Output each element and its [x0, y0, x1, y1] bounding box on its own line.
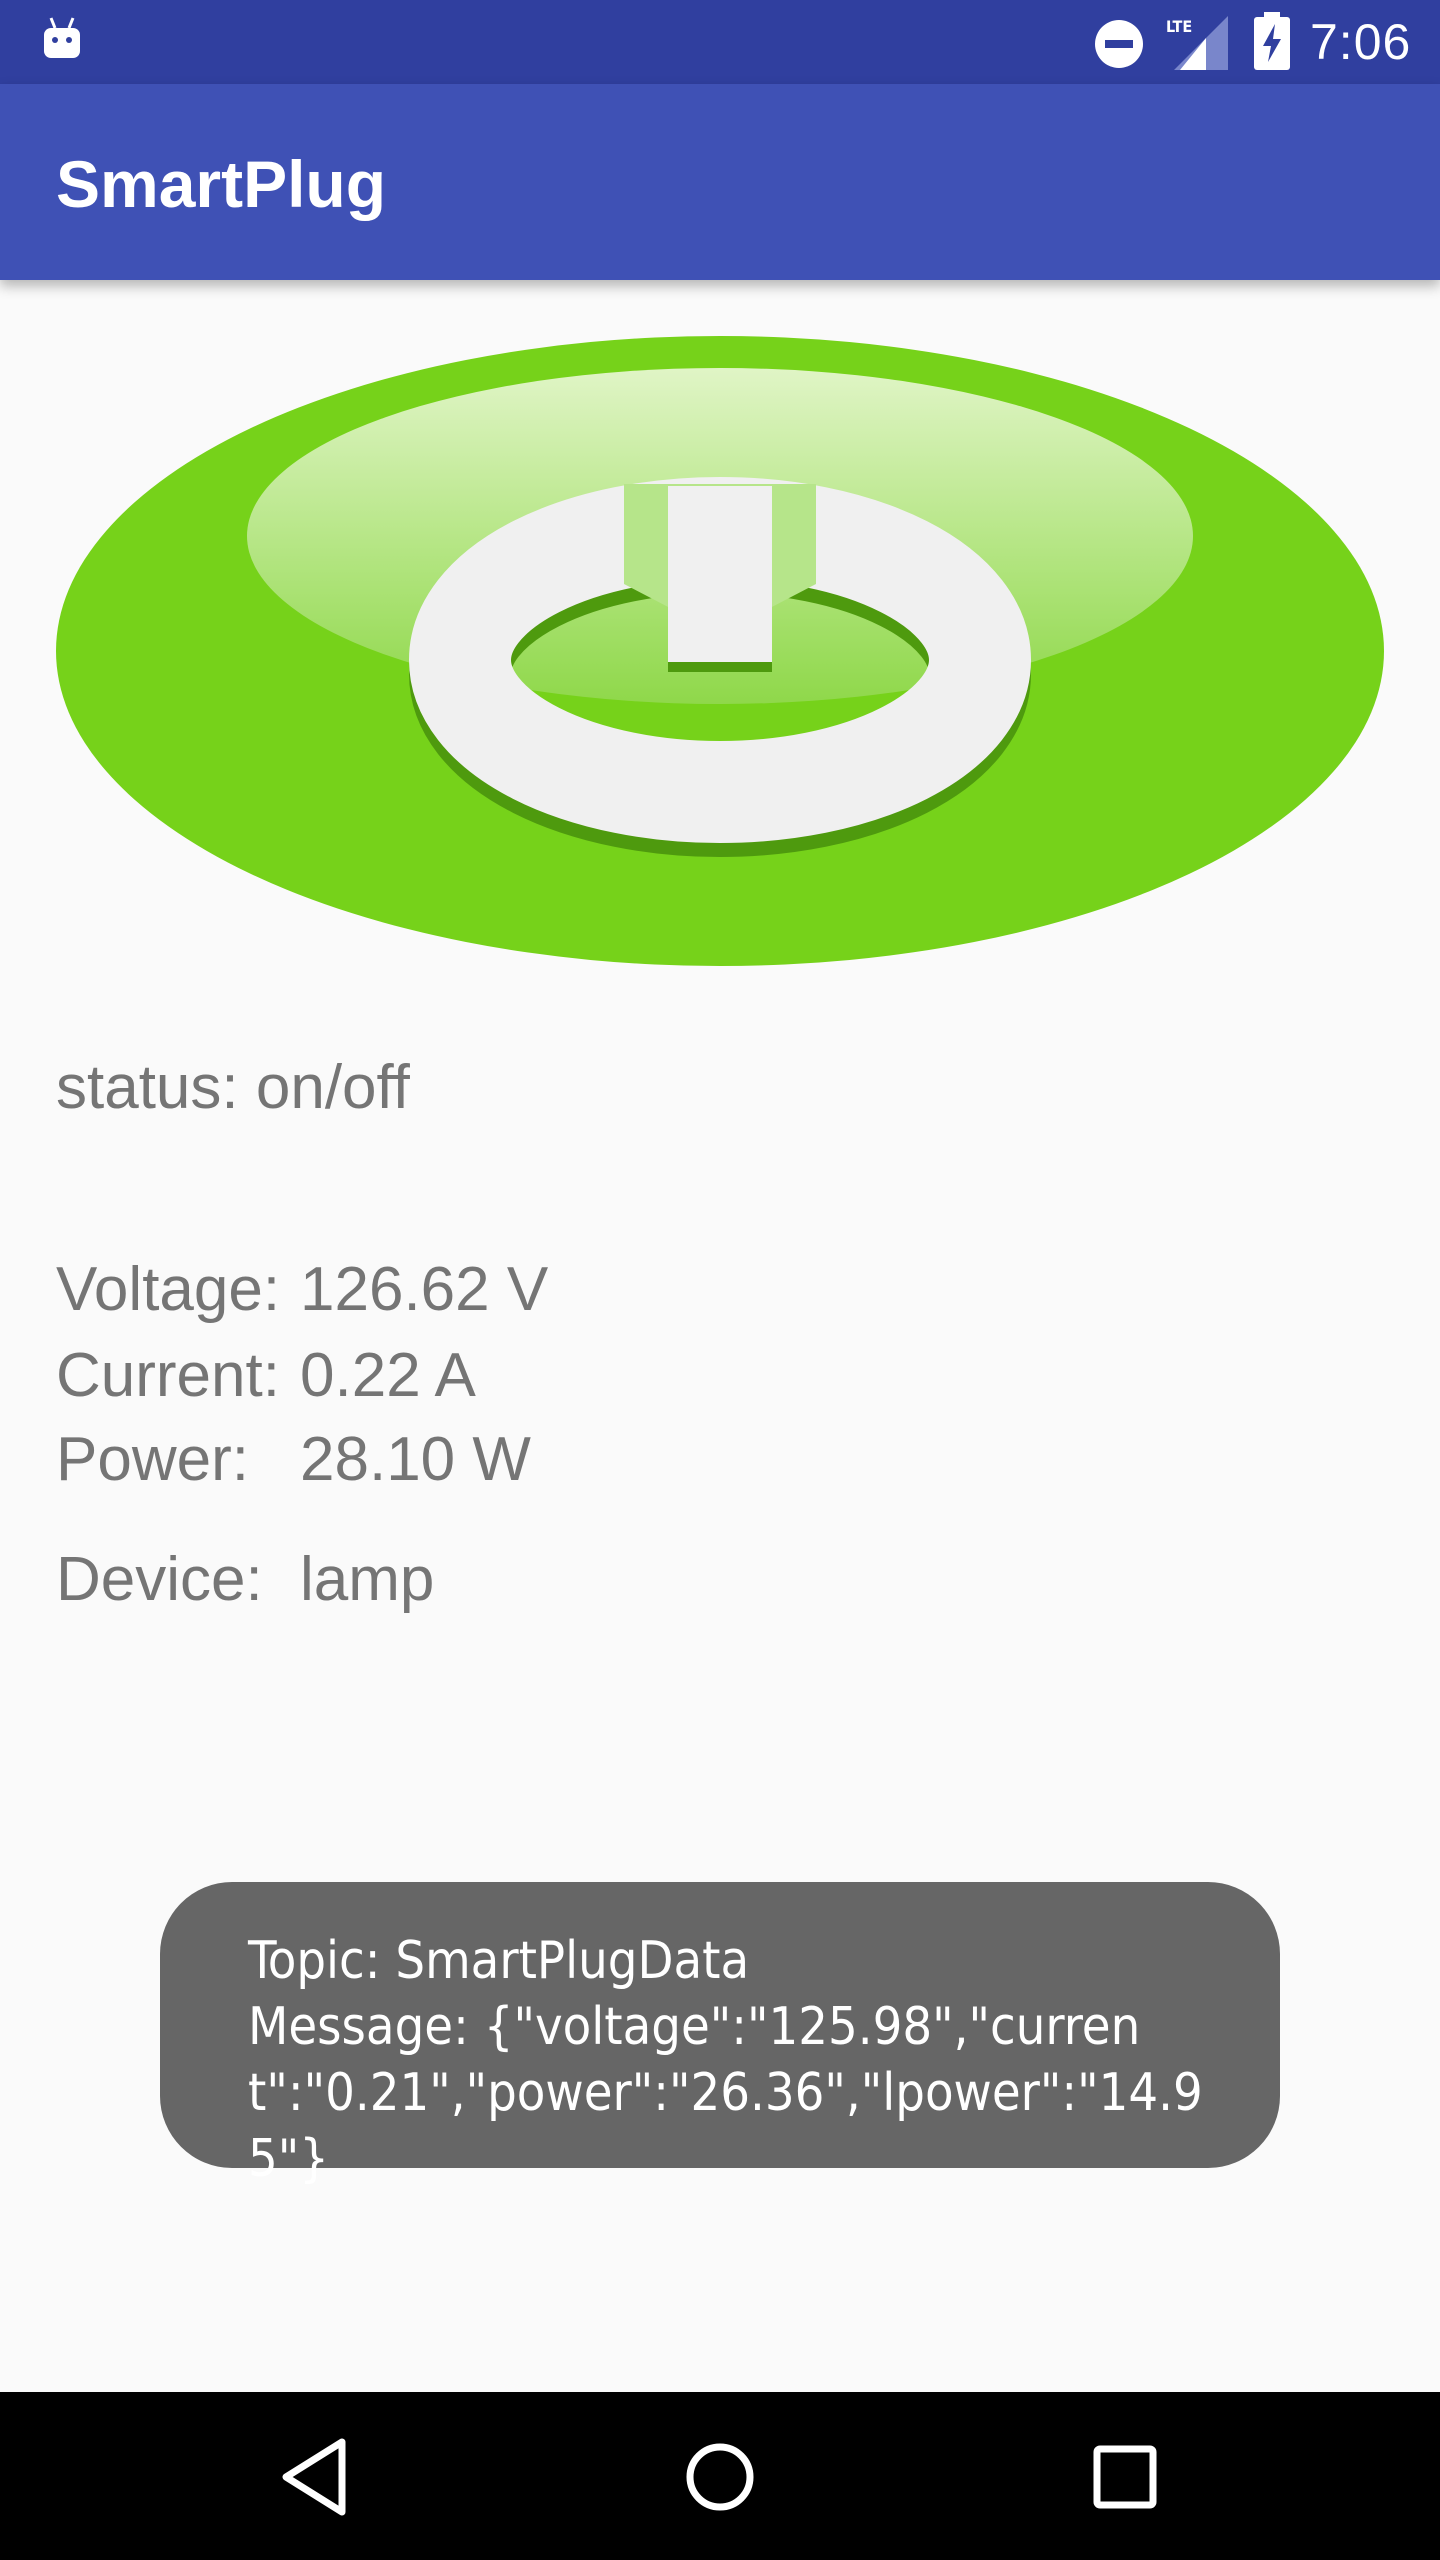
battery-charging-icon [1254, 12, 1290, 70]
toast-message: Message: {"voltage":"125.98","current":"… [248, 1997, 1203, 2189]
back-icon[interactable] [270, 2432, 360, 2522]
power-label: Power: [56, 1425, 249, 1494]
status-text: status: on/off [56, 1053, 410, 1122]
clock: 7:06 [1310, 14, 1412, 70]
recents-icon[interactable] [1080, 2432, 1170, 2522]
power-value: 28.10 W [300, 1425, 531, 1494]
home-icon[interactable] [675, 2432, 765, 2522]
device-label: Device: [56, 1545, 263, 1614]
current-label: Current: [56, 1341, 280, 1410]
current-value: 0.22 A [300, 1341, 476, 1410]
voltage-value: 126.62 V [300, 1255, 549, 1324]
device-value: lamp [300, 1545, 435, 1614]
do-not-disturb-icon [1095, 20, 1143, 68]
lte-label: LTE [1166, 17, 1192, 36]
voltage-label: Voltage: [56, 1255, 281, 1324]
power-icon [56, 336, 1384, 966]
toast: Topic: SmartPlugData Message: {"voltage"… [160, 1882, 1280, 2189]
android-icon [44, 17, 80, 58]
app-title: SmartPlug [56, 147, 387, 221]
app-bar: SmartPlug [0, 84, 1440, 280]
lte-signal-icon: LTE [1166, 16, 1228, 70]
toast-topic: Topic: SmartPlugData [248, 1931, 750, 1991]
power-toggle-button[interactable] [54, 334, 1386, 968]
navigation-bar [0, 2392, 1440, 2560]
status-bar: LTE 7:06 [0, 0, 1440, 84]
toast-text: Topic: SmartPlugData Message: {"voltage"… [248, 1928, 1208, 2192]
